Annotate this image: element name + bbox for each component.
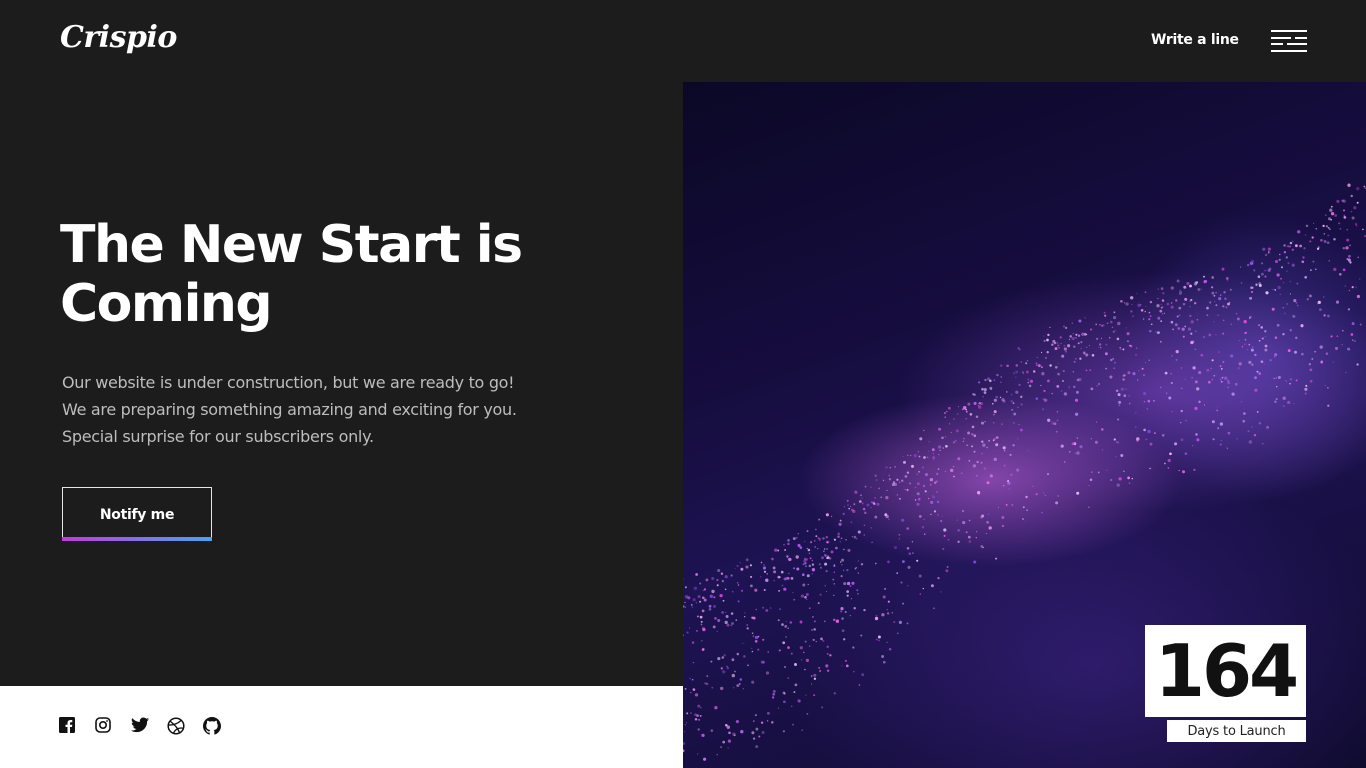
hero-title: The New Start is Coming xyxy=(60,215,523,334)
dribbble-icon xyxy=(167,717,185,735)
hero-line: Special surprise for our subscribers onl… xyxy=(62,427,374,446)
twitter-icon xyxy=(131,717,149,733)
facebook-link[interactable] xyxy=(59,717,77,735)
logo[interactable]: Crispio xyxy=(60,20,177,55)
notify-me-label: Notify me xyxy=(99,506,175,523)
instagram-link[interactable] xyxy=(95,717,113,735)
site-header: Crispio Write a line xyxy=(0,0,1366,82)
social-links xyxy=(59,717,221,735)
button-gradient-bar xyxy=(62,537,212,541)
hero-description: Our website is under construction, but w… xyxy=(62,369,622,450)
facebook-icon xyxy=(59,717,75,733)
hero-line: We are preparing something amazing and e… xyxy=(62,400,517,419)
write-a-line-link[interactable]: Write a line xyxy=(1151,32,1239,48)
twitter-link[interactable] xyxy=(131,717,149,735)
github-link[interactable] xyxy=(203,717,221,735)
notify-me-button[interactable]: Notify me xyxy=(62,487,212,541)
hero-line: Our website is under construction, but w… xyxy=(62,373,515,392)
countdown-value: 164 xyxy=(1145,625,1306,717)
instagram-icon xyxy=(95,717,111,733)
hamburger-menu-icon xyxy=(1271,30,1307,52)
github-icon xyxy=(203,717,221,735)
countdown-label: Days to Launch xyxy=(1167,720,1306,742)
dribbble-link[interactable] xyxy=(167,717,185,735)
menu-button[interactable] xyxy=(1271,30,1307,52)
